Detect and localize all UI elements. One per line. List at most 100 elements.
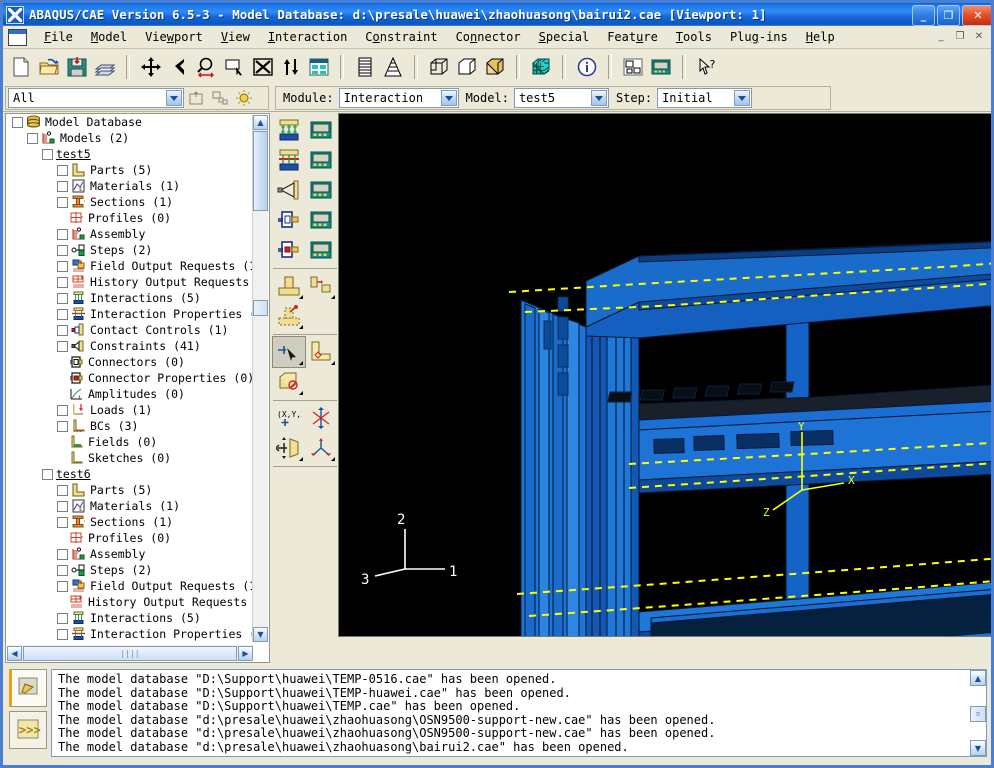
tree-node[interactable]: Field Output Requests (1) bbox=[6, 258, 254, 274]
menu-viewport[interactable]: Viewport bbox=[136, 28, 212, 46]
viewport-annotate-icon[interactable] bbox=[647, 53, 675, 81]
tree-node[interactable]: BCs (3) bbox=[6, 418, 254, 434]
tree-node[interactable]: Profiles (0) bbox=[6, 530, 254, 546]
expand-icon[interactable] bbox=[57, 484, 68, 496]
model-tree[interactable]: Model Database Models (2) test5 Parts (5) ε M… bbox=[6, 114, 254, 644]
expand-icon[interactable] bbox=[57, 164, 68, 176]
scroll-down-icon[interactable]: ▼ bbox=[970, 740, 986, 756]
menu-feature[interactable]: Feature bbox=[598, 28, 667, 46]
chevron-down-icon[interactable] bbox=[440, 90, 457, 106]
tree-node[interactable]: Model Database bbox=[6, 114, 254, 130]
assign-connector-section-icon[interactable] bbox=[273, 301, 305, 331]
interaction-property-manager-icon[interactable] bbox=[305, 145, 337, 175]
expand-icon[interactable] bbox=[57, 612, 68, 624]
create-datum-plane-icon[interactable] bbox=[273, 367, 305, 397]
create-partition-icon[interactable] bbox=[305, 337, 337, 367]
close-button[interactable]: ✕ bbox=[962, 5, 991, 26]
hidden-line-cube-icon[interactable] bbox=[453, 53, 481, 81]
tree-node[interactable]: Steps (2) bbox=[6, 562, 254, 578]
create-datum-axis-icon[interactable] bbox=[305, 433, 337, 463]
print-icon[interactable] bbox=[91, 53, 119, 81]
tree-node[interactable]: History Output Requests (1) bbox=[6, 274, 254, 290]
expand-icon[interactable] bbox=[57, 580, 68, 592]
expand-icon[interactable] bbox=[57, 196, 68, 208]
message-area-icon[interactable] bbox=[9, 669, 47, 707]
render-cone-icon[interactable] bbox=[379, 53, 407, 81]
render-shaded-list-icon[interactable] bbox=[351, 53, 379, 81]
scroll-down-icon[interactable]: ▼ bbox=[253, 627, 268, 642]
expand-icon[interactable] bbox=[57, 276, 68, 288]
menu-plugins[interactable]: Plug-ins bbox=[721, 28, 797, 46]
viewport-grid-icon[interactable] bbox=[305, 53, 333, 81]
scroll-track-lower[interactable] bbox=[970, 722, 986, 740]
wireframe-cube-icon[interactable] bbox=[425, 53, 453, 81]
tree-node[interactable]: Connector Properties (0) bbox=[6, 370, 254, 386]
expand-icon[interactable] bbox=[57, 228, 68, 240]
interaction-manager-icon[interactable] bbox=[305, 115, 337, 145]
menu-tools[interactable]: Tools bbox=[667, 28, 721, 46]
scrollbar-thumb[interactable] bbox=[253, 131, 268, 211]
module-combo[interactable]: Interaction bbox=[338, 88, 459, 108]
menu-view[interactable]: View bbox=[212, 28, 259, 46]
tree-node[interactable]: Contact Controls (1) bbox=[6, 322, 254, 338]
pan-icon[interactable] bbox=[137, 53, 165, 81]
chevron-down-icon[interactable] bbox=[734, 90, 751, 106]
expand-icon[interactable] bbox=[57, 404, 68, 416]
scrollbar-grip[interactable] bbox=[253, 300, 268, 316]
tree-node[interactable]: test5 bbox=[6, 146, 254, 162]
tree-node[interactable]: Models (2) bbox=[6, 130, 254, 146]
tree-node[interactable]: t Amplitudes (0) bbox=[6, 386, 254, 402]
scrollbar-thumb[interactable]: ≡ bbox=[970, 706, 986, 722]
tree-node[interactable]: Connectors (0) bbox=[6, 354, 254, 370]
model-combo[interactable]: test5 bbox=[513, 88, 609, 108]
maximize-button[interactable]: ❐ bbox=[937, 5, 960, 26]
tree-node[interactable]: ε Materials (1) bbox=[6, 178, 254, 194]
tree-node[interactable]: Assembly bbox=[6, 546, 254, 562]
tree-node[interactable]: Assembly bbox=[6, 226, 254, 242]
collapse-icon[interactable] bbox=[27, 132, 38, 144]
new-file-icon[interactable] bbox=[7, 53, 35, 81]
command-line-icon[interactable]: >>> bbox=[9, 711, 47, 749]
message-log[interactable]: The model database "D:\Support\huawei\TE… bbox=[51, 669, 987, 757]
translate-mesh-icon[interactable] bbox=[273, 433, 305, 463]
open-folder-icon[interactable] bbox=[35, 53, 63, 81]
save-icon[interactable] bbox=[63, 53, 91, 81]
create-wire-feature-icon[interactable] bbox=[305, 271, 337, 301]
mdi-close-button[interactable]: ✕ bbox=[971, 29, 987, 44]
menu-connector[interactable]: Connector bbox=[447, 28, 530, 46]
expand-icon[interactable] bbox=[57, 324, 68, 336]
model-tree-vertical-scrollbar[interactable]: ▲ ▼ bbox=[252, 115, 268, 642]
tree-node[interactable]: History Output Requests (0) bbox=[6, 594, 254, 610]
create-interaction-icon[interactable] bbox=[273, 115, 305, 145]
magnify-icon[interactable] bbox=[193, 53, 221, 81]
tree-node[interactable]: Profiles (0) bbox=[6, 210, 254, 226]
expand-icon[interactable] bbox=[57, 548, 68, 560]
chevron-down-icon[interactable] bbox=[590, 90, 607, 106]
chevron-down-icon[interactable] bbox=[166, 90, 182, 106]
tree-node[interactable]: Interaction Properties (1) bbox=[6, 626, 254, 642]
tree-node[interactable]: Sections (1) bbox=[6, 514, 254, 530]
contact-controls-manager-icon[interactable] bbox=[305, 175, 337, 205]
tree-node[interactable]: Field Output Requests (1) bbox=[6, 578, 254, 594]
menu-special[interactable]: Special bbox=[530, 28, 599, 46]
minimize-button[interactable]: _ bbox=[912, 5, 935, 26]
mdi-minimize-button[interactable]: _ bbox=[933, 29, 949, 44]
collapse-icon[interactable] bbox=[42, 148, 53, 160]
expand-icon[interactable] bbox=[57, 628, 68, 640]
tree-node[interactable]: Interaction Properties (1) bbox=[6, 306, 254, 322]
tree-node[interactable]: Steps (2) bbox=[6, 242, 254, 258]
expand-icon[interactable] bbox=[57, 420, 68, 432]
constraint-manager-icon[interactable] bbox=[305, 205, 337, 235]
context-help-icon[interactable]: ? bbox=[693, 53, 721, 81]
expand-icon[interactable] bbox=[57, 180, 68, 192]
tree-node[interactable]: Sketches (0) bbox=[6, 450, 254, 466]
rotate-icon[interactable] bbox=[165, 53, 193, 81]
tree-node[interactable]: Parts (5) bbox=[6, 162, 254, 178]
info-icon[interactable] bbox=[573, 53, 601, 81]
menu-model[interactable]: Model bbox=[82, 28, 136, 46]
hscroll-thumb[interactable]: |||| bbox=[23, 645, 237, 661]
scroll-right-icon[interactable]: ▶ bbox=[238, 645, 253, 661]
create-datum-point-icon[interactable] bbox=[272, 336, 306, 368]
menu-constraint[interactable]: Constraint bbox=[356, 28, 446, 46]
message-log-scrollbar[interactable]: ▲ ≡ ▼ bbox=[970, 670, 986, 756]
